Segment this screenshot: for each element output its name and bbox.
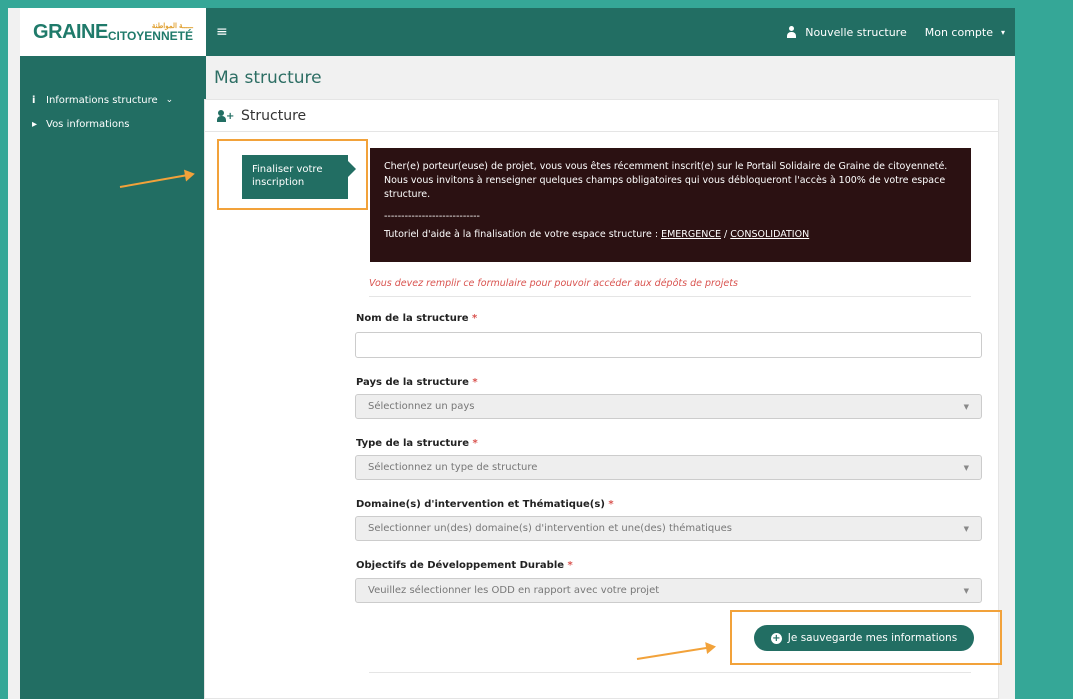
select-placeholder: Sélectionnez un type de structure xyxy=(368,462,538,473)
logo[interactable]: GRAINE ـــــة المواطنة CITOYENNETÉ xyxy=(20,8,206,56)
hamburger-icon[interactable]: ≡ xyxy=(216,24,228,40)
dropdown-arrow-icon: ▼ xyxy=(963,402,969,411)
label-type-structure: Type de la structure * xyxy=(356,438,478,449)
sidebar-item-label: Vos informations xyxy=(46,118,130,130)
user-plus-icon: + xyxy=(217,109,234,122)
info-notice: Cher(e) porteur(euse) de projet, vous vo… xyxy=(370,148,971,262)
required-mark: * xyxy=(608,499,614,510)
page-title: Ma structure xyxy=(214,68,322,88)
account-label: Mon compte xyxy=(924,25,993,39)
label-text: Type de la structure xyxy=(356,438,469,449)
new-structure-link[interactable]: Nouvelle structure xyxy=(786,26,907,39)
label-domaine-thematique: Domaine(s) d'intervention et Thématique(… xyxy=(356,499,614,510)
notice-text: Cher(e) porteur(euse) de projet, vous vo… xyxy=(384,161,948,200)
dropdown-arrow-icon: ▼ xyxy=(963,463,969,472)
highlight-box-step xyxy=(217,139,368,210)
notice-separator: ---------------------------- xyxy=(384,211,480,222)
dropdown-arrow-icon: ▼ xyxy=(963,586,969,595)
panel-header: + Structure xyxy=(205,100,998,132)
top-navbar: ≡ Nouvelle structure Mon compte ▾ xyxy=(206,8,1015,56)
top-right-menu: Nouvelle structure Mon compte ▾ xyxy=(786,26,1005,39)
label-text: Objectifs de Développement Durable xyxy=(356,560,565,571)
new-structure-label: Nouvelle structure xyxy=(805,25,907,39)
tutorial-prefix: Tutoriel d'aide à la finalisation de vot… xyxy=(384,229,662,240)
select-placeholder: Veuillez sélectionner les ODD en rapport… xyxy=(368,585,660,596)
divider xyxy=(369,296,971,297)
notice-tutorial: Tutoriel d'aide à la finalisation de vot… xyxy=(384,228,957,242)
select-placeholder: Selectionner un(des) domaine(s) d'interv… xyxy=(368,523,732,534)
logo-main: GRAINE xyxy=(33,20,108,43)
required-mark: * xyxy=(567,560,573,571)
sidebar-item-vos-informations[interactable]: ▸ Vos informations xyxy=(20,112,206,136)
highlight-box-save xyxy=(730,610,1002,665)
required-mark: * xyxy=(472,438,478,449)
pays-select[interactable]: Sélectionnez un pays ▼ xyxy=(355,394,982,419)
link-emergence[interactable]: EMERGENCE xyxy=(661,229,721,240)
select-placeholder: Sélectionnez un pays xyxy=(368,401,475,412)
dropdown-arrow-icon: ▼ xyxy=(963,524,969,533)
label-text: Nom de la structure xyxy=(356,313,469,324)
sidebar-item-label: Informations structure xyxy=(46,94,158,106)
sidebar: i Informations structure ⌄ ▸ Vos informa… xyxy=(20,56,206,699)
label-text: Domaine(s) d'intervention et Thématique(… xyxy=(356,499,605,510)
domaine-select[interactable]: Selectionner un(des) domaine(s) d'interv… xyxy=(355,516,982,541)
form-warning: Vous devez remplir ce formulaire pour po… xyxy=(369,278,738,289)
label-nom-structure: Nom de la structure * xyxy=(356,313,477,324)
link-consolidation[interactable]: CONSOLIDATION xyxy=(730,229,809,240)
info-icon: i xyxy=(32,94,36,106)
required-mark: * xyxy=(472,313,478,324)
nom-structure-input[interactable] xyxy=(355,332,982,358)
type-select[interactable]: Sélectionnez un type de structure ▼ xyxy=(355,455,982,480)
sidebar-item-informations-structure[interactable]: i Informations structure ⌄ xyxy=(20,88,206,112)
divider xyxy=(369,672,971,673)
logo-sub-text: CITOYENNETÉ xyxy=(107,28,193,43)
user-icon xyxy=(786,26,797,38)
link-separator: / xyxy=(721,229,731,240)
account-dropdown[interactable]: Mon compte ▾ xyxy=(925,26,1005,39)
label-odd: Objectifs de Développement Durable * xyxy=(356,560,573,571)
label-pays-structure: Pays de la structure * xyxy=(356,377,478,388)
required-mark: * xyxy=(472,377,478,388)
logo-sub: ـــــة المواطنة CITOYENNETÉ xyxy=(108,23,193,42)
caret-down-icon: ▾ xyxy=(1000,27,1005,37)
caret-right-icon: ▸ xyxy=(32,118,38,130)
panel-title: Structure xyxy=(241,107,307,124)
odd-select[interactable]: Veuillez sélectionner les ODD en rapport… xyxy=(355,578,982,603)
label-text: Pays de la structure xyxy=(356,377,469,388)
chevron-down-icon: ⌄ xyxy=(165,95,174,105)
